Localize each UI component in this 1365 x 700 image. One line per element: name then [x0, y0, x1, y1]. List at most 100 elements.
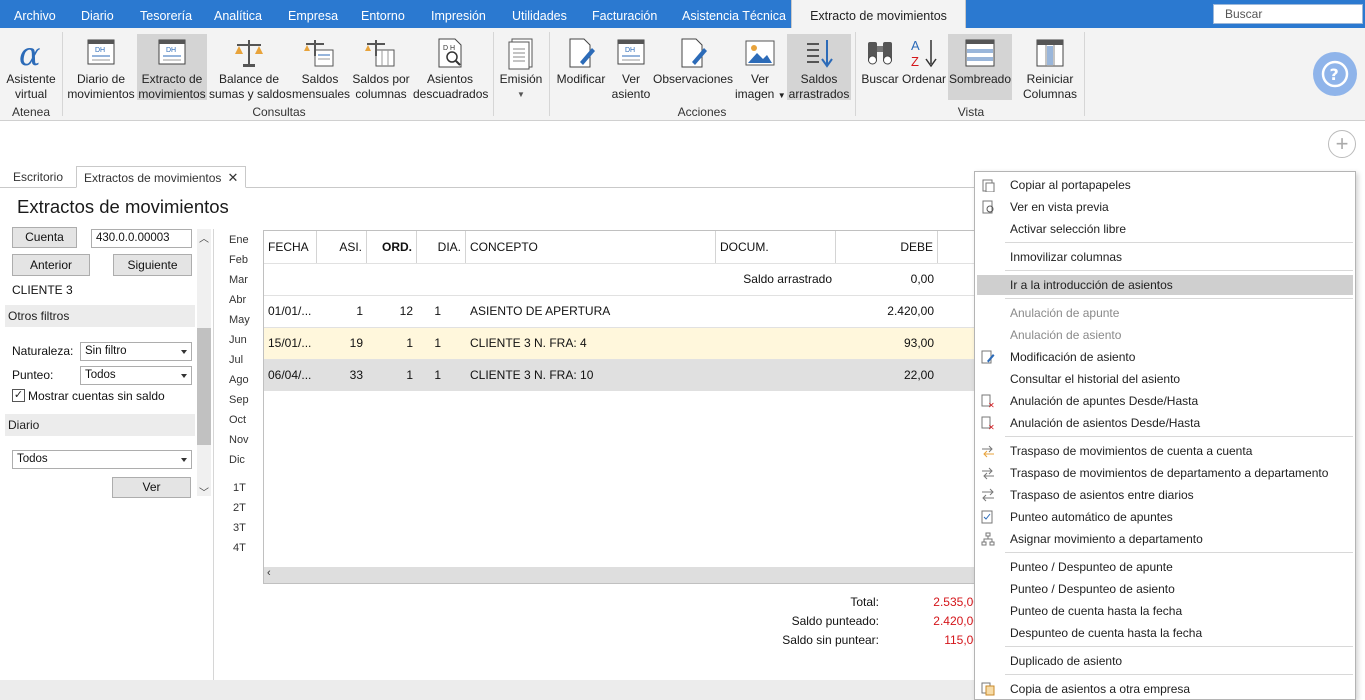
table-row[interactable]: 01/01/... 1 12 1 ASIENTO DE APERTURA 2.4… — [264, 295, 975, 327]
menu-despunteo-cuenta-fecha[interactable]: Despunteo de cuenta hasta la fecha — [975, 623, 1355, 643]
menu-tab-empresa[interactable]: Empresa — [288, 0, 338, 28]
menu-traspaso-cuenta[interactable]: Traspaso de movimientos de cuenta a cuen… — [975, 441, 1355, 461]
grid-horizontal-scrollbar[interactable]: ‹ — [264, 567, 974, 583]
menu-punteo-apunte[interactable]: Punteo / Despunteo de apunte — [975, 557, 1355, 577]
menu-tab-analitica[interactable]: Analítica — [214, 0, 262, 28]
quarter-4t[interactable]: 4T — [233, 542, 246, 554]
menu-tab-facturacion[interactable]: Facturación — [592, 0, 657, 28]
menu-seleccion-libre[interactable]: Activar selección libre — [975, 219, 1355, 239]
month-abr[interactable]: Abr — [229, 294, 246, 306]
saldo-arrastrado-row[interactable]: Saldo arrastrado 0,00 — [264, 263, 975, 295]
saldos-columnas-button[interactable]: Saldos por columnas — [350, 34, 412, 101]
diario-header[interactable]: Diario — [5, 414, 195, 436]
col-fecha[interactable]: FECHA — [264, 231, 317, 263]
month-jun[interactable]: Jun — [229, 334, 247, 346]
menu-anulacion-apunte[interactable]: Anulación de apunte — [975, 303, 1355, 323]
menu-tab-extracto[interactable]: Extracto de movimientos — [791, 0, 966, 28]
modificar-button[interactable]: Modificar — [553, 34, 609, 100]
col-concepto[interactable]: CONCEPTO — [466, 231, 716, 263]
siguiente-button[interactable]: Siguiente — [113, 254, 192, 276]
sombreado-button[interactable]: Sombreado — [948, 34, 1012, 100]
quarter-3t[interactable]: 3T — [233, 522, 246, 534]
menu-tab-impresion[interactable]: Impresión — [431, 0, 486, 28]
scroll-down-icon[interactable]: ﹀ — [199, 484, 209, 499]
menu-asignar-departamento[interactable]: Asignar movimiento a departamento — [975, 529, 1355, 549]
quarter-1t[interactable]: 1T — [233, 482, 246, 494]
month-feb[interactable]: Feb — [229, 254, 248, 266]
menu-traspaso-departamento[interactable]: Traspaso de movimientos de departamento … — [975, 463, 1355, 483]
month-ene[interactable]: Ene — [229, 234, 249, 246]
month-dic[interactable]: Dic — [229, 454, 245, 466]
menu-inmovilizar-columnas[interactable]: Inmovilizar columnas — [975, 247, 1355, 267]
quarter-2t[interactable]: 2T — [233, 502, 246, 514]
menu-vista-previa[interactable]: Ver en vista previa — [975, 197, 1355, 217]
table-row-selected[interactable]: 06/04/... 33 1 1 CLIENTE 3 N. FRA: 10 22… — [264, 359, 975, 391]
help-button[interactable]: ? — [1313, 52, 1357, 96]
punteo-select[interactable]: Todos — [80, 366, 192, 385]
group-label-vista: Vista — [957, 105, 985, 119]
mostrar-checkbox[interactable]: ✓ — [12, 389, 25, 402]
month-nov[interactable]: Nov — [229, 434, 249, 446]
menu-copiar-portapapeles[interactable]: Copiar al portapapeles — [975, 175, 1355, 195]
menu-tab-asistencia[interactable]: Asistencia Técnica — [682, 0, 786, 28]
ver-imagen-button[interactable]: Ver imagen ▼ — [735, 34, 786, 101]
menu-tab-diario[interactable]: Diario — [81, 0, 114, 28]
table-row[interactable]: 15/01/... 19 1 1 CLIENTE 3 N. FRA: 4 93,… — [264, 327, 975, 359]
tab-escritorio[interactable]: Escritorio — [6, 166, 70, 188]
menu-anulacion-apuntes-rango[interactable]: ✕ Anulación de apuntes Desde/Hasta — [975, 391, 1355, 411]
ver-button[interactable]: Ver — [112, 477, 191, 498]
add-tab-button[interactable]: + — [1328, 130, 1356, 158]
month-mar[interactable]: Mar — [229, 274, 248, 286]
col-dia[interactable]: DIA. — [417, 231, 466, 263]
search-input[interactable]: Buscar — [1213, 4, 1363, 24]
menu-modificacion-asiento[interactable]: Modificación de asiento — [975, 347, 1355, 367]
month-ago[interactable]: Ago — [229, 374, 249, 386]
asientos-descuadrados-button[interactable]: D H Asientos descuadrados — [413, 34, 488, 101]
col-docum[interactable]: DOCUM. — [716, 231, 836, 263]
month-may[interactable]: May — [229, 314, 250, 326]
menu-anulacion-asiento[interactable]: Anulación de asiento — [975, 325, 1355, 345]
menu-introduccion-asientos[interactable]: Ir a la introducción de asientos — [977, 275, 1353, 295]
observaciones-button[interactable]: Observaciones — [653, 34, 733, 100]
cuenta-button[interactable]: Cuenta — [12, 227, 77, 248]
ver-asiento-button[interactable]: DH Ver asiento — [611, 34, 651, 101]
naturaleza-select[interactable]: Sin filtro — [80, 342, 192, 361]
emision-button[interactable]: Emisión ▼ — [497, 34, 545, 100]
menu-tab-archivo[interactable]: Archivo — [14, 0, 56, 28]
cuenta-input[interactable]: 430.0.0.00003 — [91, 229, 192, 248]
month-oct[interactable]: Oct — [229, 414, 246, 426]
menu-punteo-asiento[interactable]: Punteo / Despunteo de asiento — [975, 579, 1355, 599]
ordenar-button[interactable]: AZ Ordenar — [901, 34, 947, 100]
tab-extractos[interactable]: Extractos de movimientos ✕ — [76, 166, 247, 189]
saldos-arrastrados-button[interactable]: Saldos arrastrados — [787, 34, 851, 101]
scroll-up-icon[interactable]: ︿ — [199, 230, 209, 245]
balance-sumas-saldos-button[interactable]: Balance de sumas y saldos — [209, 34, 292, 101]
menu-tab-tesoreria[interactable]: Tesorería — [140, 0, 192, 28]
diario-movimientos-button[interactable]: DH Diario de movimientos — [66, 34, 136, 101]
anterior-button[interactable]: Anterior — [12, 254, 90, 276]
col-asi[interactable]: ASI. — [317, 231, 367, 263]
menu-traspaso-diarios[interactable]: Traspaso de asientos entre diarios — [975, 485, 1355, 505]
menu-punteo-automatico[interactable]: Punteo automático de apuntes — [975, 507, 1355, 527]
col-ord[interactable]: ORD. — [367, 231, 417, 263]
menu-tab-utilidades[interactable]: Utilidades — [512, 0, 567, 28]
menu-tab-entorno[interactable]: Entorno — [361, 0, 405, 28]
menu-duplicado-asiento[interactable]: Duplicado de asiento — [975, 651, 1355, 671]
scroll-left-icon[interactable]: ‹ — [267, 567, 271, 579]
asistente-virtual-button[interactable]: α Asistente virtual — [3, 34, 59, 101]
menu-historial-asiento[interactable]: Consultar el historial del asiento — [975, 369, 1355, 389]
otros-filtros-header[interactable]: Otros filtros — [5, 305, 195, 327]
col-debe[interactable]: DEBE — [836, 231, 938, 263]
diario-select[interactable]: Todos — [12, 450, 192, 469]
extracto-movimientos-button[interactable]: DH Extracto de movimientos — [137, 34, 207, 101]
buscar-button[interactable]: Buscar — [859, 34, 901, 100]
menu-anulacion-asientos-rango[interactable]: ✕ Anulación de asientos Desde/Hasta — [975, 413, 1355, 433]
left-scrollbar-thumb[interactable] — [197, 328, 211, 445]
reiniciar-columnas-button[interactable]: Reiniciar Columnas — [1020, 34, 1080, 101]
close-icon[interactable]: ✕ — [227, 167, 238, 189]
month-sep[interactable]: Sep — [229, 394, 249, 406]
month-jul[interactable]: Jul — [229, 354, 243, 366]
saldos-mensuales-button[interactable]: Saldos mensuales — [292, 34, 350, 101]
menu-punteo-cuenta-fecha[interactable]: Punteo de cuenta hasta la fecha — [975, 601, 1355, 621]
menu-copia-asientos-empresa[interactable]: Copia de asientos a otra empresa — [975, 679, 1355, 699]
